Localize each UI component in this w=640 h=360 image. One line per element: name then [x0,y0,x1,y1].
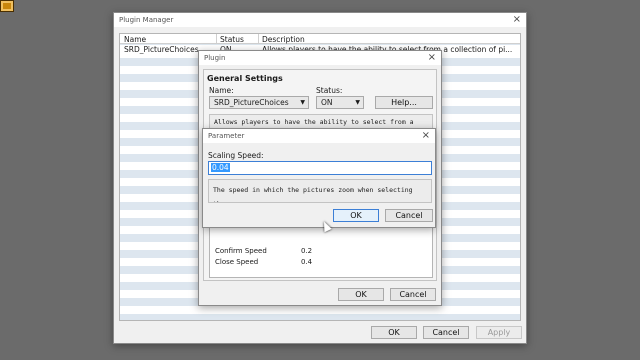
parameter-dialog-close-icon[interactable]: × [422,130,430,142]
name-label: Name: [209,86,234,95]
scaling-speed-input[interactable]: 0.04 [208,161,432,175]
plugin-manager-cancel-button[interactable]: Cancel [423,326,469,339]
plugin-manager-close-icon[interactable]: × [513,14,521,26]
section-title: General Settings [207,74,283,83]
plugin-dialog-cancel-button[interactable]: Cancel [390,288,436,301]
status-label: Status: [316,86,343,95]
plugin-list-header: Name Status Description [120,34,520,44]
column-header-description[interactable]: Description [262,35,305,44]
scaling-speed-value: 0.04 [211,163,230,172]
plugin-dialog-ok-button[interactable]: OK [338,288,384,301]
parameter-ok-button[interactable]: OK [333,209,379,222]
plugin-dialog-title: Plugin [204,54,226,62]
plugin-manager-apply-button[interactable]: Apply [476,326,522,339]
name-select[interactable]: SRD_PictureChoices ▼ [209,96,309,109]
parameter-description: The speed in which the pictures zoom whe… [208,179,432,203]
column-header-status[interactable]: Status [220,35,244,44]
plugin-dialog-titlebar: Plugin × [199,51,441,65]
plugin-manager-title: Plugin Manager [119,16,174,24]
status-select-value: ON [321,98,333,107]
chevron-down-icon: ▼ [355,99,360,106]
plugin-dialog-close-icon[interactable]: × [428,52,436,64]
column-header-name[interactable]: Name [124,35,146,44]
plugin-manager-titlebar: Plugin Manager × [114,13,526,27]
scaling-speed-label: Scaling Speed: [208,151,264,160]
param-value: 0.4 [301,258,313,266]
parameter-dialog: Parameter × Scaling Speed: 0.04 The spee… [202,128,436,228]
help-button[interactable]: Help... [375,96,433,109]
chevron-down-icon: ▼ [300,99,305,106]
param-key: Close Speed [215,258,259,266]
parameter-dialog-titlebar: Parameter × [203,129,435,143]
name-select-value: SRD_PictureChoices [214,98,289,107]
app-icon [0,0,14,12]
status-select[interactable]: ON ▼ [316,96,364,109]
plugin-manager-ok-button[interactable]: OK [371,326,417,339]
param-key: Confirm Speed [215,247,267,255]
param-value: 0.2 [301,247,313,255]
parameter-cancel-button[interactable]: Cancel [385,209,433,222]
parameter-dialog-title: Parameter [208,132,245,140]
